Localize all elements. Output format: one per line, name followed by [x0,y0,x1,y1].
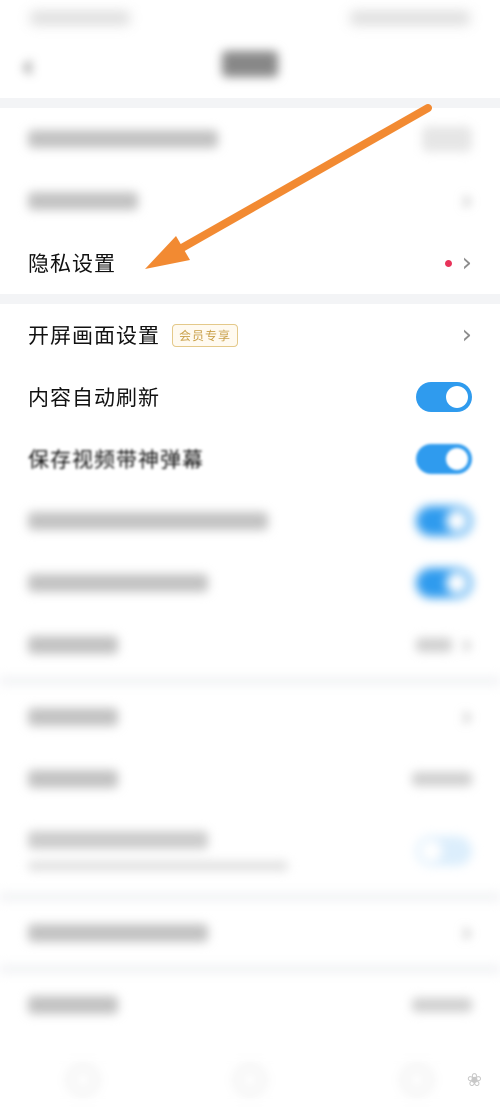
section-divider [0,964,500,974]
blurred-label [28,770,118,788]
blurred-subtitle-text [28,831,288,871]
account-security-label [28,192,138,210]
blurred-label [28,708,118,726]
splash-settings-label-wrap: 开屏画面设置 会员专享 [28,320,239,350]
blurred-nav-row-1[interactable]: › [0,686,500,748]
splash-settings-row[interactable]: 开屏画面设置 会员专享 › [0,304,500,366]
privacy-settings-right: › [444,248,472,278]
page-title [222,50,278,84]
blurred-value-row-1[interactable]: › [0,614,500,676]
privacy-settings-label: 隐私设置 [28,252,116,276]
save-danmaku-label: 保存视频带神弹幕 [28,448,204,472]
account-security-row[interactable]: › [0,170,500,232]
notification-dot [444,259,452,267]
section-divider [0,294,500,304]
blurred-value-row-2[interactable] [0,748,500,810]
blurred-value [412,772,472,786]
chevron-right-icon: › [461,702,472,732]
blurred-label [28,924,208,942]
settings-screen: ‹ › 隐私设置 › 开屏画面设置 会员专享 › 内容自动刷新 保存视频带神弹幕… [0,0,500,1111]
chevron-right-icon: › [461,248,472,278]
privacy-settings-row[interactable]: 隐私设置 › [0,232,500,294]
chevron-right-icon: › [461,918,472,948]
section-divider [0,676,500,686]
chevron-right-icon: › [461,320,472,350]
blurred-value-row-3[interactable] [0,974,500,1036]
chevron-right-icon: › [461,186,472,216]
account-id-row [0,108,500,170]
status-left-info [30,11,130,25]
chevron-left-icon[interactable]: ‹ [22,50,34,85]
status-bar [0,0,500,36]
circle-icon[interactable] [235,1066,264,1094]
blurred-toggle[interactable] [416,836,472,866]
blurred-toggle[interactable] [416,568,472,598]
save-danmaku-row: 保存视频带神弹幕 [0,428,500,490]
auto-refresh-label: 内容自动刷新 [28,386,160,410]
vip-badge: 会员专享 [172,323,239,347]
auto-refresh-toggle[interactable] [416,382,472,412]
blurred-value [412,998,472,1012]
blurred-label [28,636,118,654]
section-divider [0,98,500,108]
save-danmaku-toggle[interactable] [416,444,472,474]
blurred-label [28,996,118,1014]
blurred-toggle-row-1 [0,490,500,552]
paw-icon: ❀ [466,1070,482,1091]
account-id-text [28,130,218,148]
back-icon[interactable] [402,1066,431,1094]
blurred-label [28,574,208,592]
nav-bar: ‹ [0,36,500,98]
auto-refresh-row: 内容自动刷新 [0,366,500,428]
blurred-subtitle-row [0,810,500,892]
splash-settings-label: 开屏画面设置 [28,324,160,348]
blurred-nav-row-2[interactable]: › [0,902,500,964]
home-icon[interactable] [69,1066,98,1094]
blurred-toggle-row-2 [0,552,500,614]
section-divider [0,892,500,902]
copy-button[interactable] [422,126,472,152]
status-right-info [350,11,470,25]
baidu-watermark: ❀ [467,1070,482,1091]
blurred-label [28,512,268,530]
chevron-right-icon: › [461,630,472,660]
blurred-value [415,638,452,652]
blurred-right: › [415,630,472,660]
bottom-bar [0,1049,500,1111]
blurred-subtitle [28,861,288,871]
blurred-title [28,831,208,849]
blurred-toggle[interactable] [416,506,472,536]
